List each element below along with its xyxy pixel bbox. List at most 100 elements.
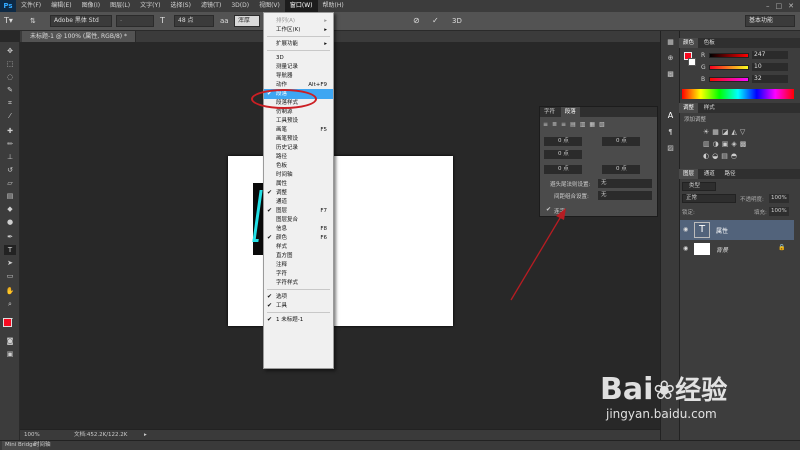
screen-mode-icon[interactable]: ▣: [4, 349, 16, 359]
paragraph-align-icons[interactable]: ≡≣≡▤▥▦▧: [543, 121, 655, 131]
visibility-eye-icon[interactable]: ◉: [683, 245, 688, 252]
indent-first-field[interactable]: 0 点: [544, 150, 582, 159]
crop-tool-icon[interactable]: ⌗: [4, 98, 16, 108]
move-tool-icon[interactable]: ✥: [4, 46, 16, 56]
orientation-icon[interactable]: ⇅: [30, 15, 42, 27]
tab-layers[interactable]: 图层: [679, 169, 699, 179]
g-slider[interactable]: [709, 65, 749, 70]
b-value[interactable]: 32: [752, 75, 788, 83]
blur-tool-icon[interactable]: ◆: [4, 204, 16, 214]
properties-icon[interactable]: ⊕: [665, 53, 676, 63]
menu-9[interactable]: 窗口(W): [284, 0, 318, 12]
menu-5[interactable]: 选择(S): [165, 0, 196, 12]
layer-kind-filter[interactable]: 类型: [682, 182, 716, 191]
blend-mode-select[interactable]: 正常: [682, 194, 736, 203]
adjustment-icons[interactable]: ☀▦◪◭▽ ▥◑▣◈▩ ◐◒▤◓: [703, 126, 773, 162]
menu-8[interactable]: 视图(V): [254, 0, 285, 12]
watermark-url: jingyan.baidu.com: [606, 407, 717, 421]
status-arrow-icon[interactable]: ▸: [144, 430, 147, 440]
color-spectrum[interactable]: [682, 89, 794, 99]
b-slider[interactable]: [709, 77, 749, 82]
pen-tool-icon[interactable]: ✒: [4, 232, 16, 242]
zoom-level[interactable]: 100%: [24, 430, 40, 440]
tab-styles[interactable]: 样式: [700, 103, 719, 113]
shape-tool-icon[interactable]: ▭: [4, 271, 16, 281]
eyedropper-tool-icon[interactable]: ⁄: [4, 111, 16, 121]
indent-left-field[interactable]: 0 点: [544, 137, 582, 146]
window-menu-item[interactable]: ✔ 1 未标题-1: [264, 315, 333, 325]
r-slider[interactable]: [709, 53, 749, 58]
layer-name[interactable]: 属性: [716, 226, 728, 235]
spacing-select[interactable]: 无: [598, 191, 652, 200]
layer-name[interactable]: 背景: [716, 245, 728, 254]
cancel-icon[interactable]: ⊘: [413, 15, 425, 27]
layer-row-background[interactable]: ◉ 背景 🔒: [680, 241, 794, 257]
paragraph-icon[interactable]: ¶: [665, 127, 676, 137]
minimize-button[interactable]: –: [766, 2, 770, 10]
swatches-icon[interactable]: ▩: [665, 69, 676, 79]
menu-0[interactable]: 文件(F): [16, 0, 46, 12]
tab-character[interactable]: 字符: [540, 107, 559, 117]
timeline-tab[interactable]: 时间轴: [34, 441, 51, 450]
stamp-tool-icon[interactable]: ⊥: [4, 152, 16, 162]
indent-right-field[interactable]: 0 点: [602, 137, 640, 146]
workspace-select[interactable]: 基本功能: [745, 15, 795, 27]
type-tool-icon[interactable]: T: [4, 245, 16, 255]
font-size-select[interactable]: 48 点: [174, 15, 214, 27]
path-select-tool-icon[interactable]: ➤: [4, 258, 16, 268]
menu-6[interactable]: 滤镜(T): [196, 0, 226, 12]
menu-2[interactable]: 图像(I): [77, 0, 105, 12]
lasso-tool-icon[interactable]: ◌: [4, 72, 16, 82]
maximize-button[interactable]: □: [776, 2, 783, 10]
history-icon[interactable]: ▦: [665, 37, 676, 47]
character-icon[interactable]: A: [665, 111, 676, 121]
eraser-tool-icon[interactable]: ▱: [4, 178, 16, 188]
gradient-tool-icon[interactable]: ▤: [4, 191, 16, 201]
r-value[interactable]: 247: [752, 51, 788, 59]
3d-icon[interactable]: 3D: [452, 15, 466, 27]
window-menu-item[interactable]: 扩展功能 ▸: [264, 39, 333, 49]
space-before-field[interactable]: 0 点: [544, 165, 582, 174]
quick-select-tool-icon[interactable]: ✎: [4, 85, 16, 95]
healing-tool-icon[interactable]: ✚: [4, 126, 16, 136]
antialias-select[interactable]: 浑厚: [234, 15, 260, 27]
brush-tool-icon[interactable]: ✏: [4, 139, 16, 149]
space-after-field[interactable]: 0 点: [602, 165, 640, 174]
foreground-color-swatch[interactable]: [3, 318, 12, 327]
fill-label: 填充:: [754, 210, 767, 216]
window-menu-item[interactable]: 工作区(K) ▸: [264, 25, 333, 35]
menu-3[interactable]: 图层(L): [105, 0, 135, 12]
tab-paragraph[interactable]: 段落: [560, 107, 580, 117]
close-button[interactable]: ✕: [788, 2, 794, 10]
fill-value[interactable]: 100%: [769, 207, 789, 216]
brush-panel-icon[interactable]: ▨: [665, 143, 676, 153]
marquee-tool-icon[interactable]: ⬚: [4, 59, 16, 69]
tab-color[interactable]: 颜色: [679, 38, 699, 48]
opacity-value[interactable]: 100%: [769, 194, 789, 203]
window-menu-item[interactable]: ✔ 工具: [264, 301, 333, 311]
document-tab[interactable]: 未标题-1 @ 100% (属性, RGB/8) *: [22, 31, 137, 42]
commit-icon[interactable]: ✓: [432, 15, 444, 27]
font-style-select[interactable]: -: [116, 15, 154, 27]
menu-7[interactable]: 3D(D): [226, 0, 254, 12]
window-menu-item[interactable]: 字符样式: [264, 278, 333, 288]
tab-paths[interactable]: 路径: [721, 169, 740, 179]
dodge-tool-icon[interactable]: ●: [4, 217, 16, 227]
tab-channels[interactable]: 通道: [700, 169, 719, 179]
zoom-tool-icon[interactable]: ⌕: [4, 299, 16, 309]
quick-mask-icon[interactable]: ◙: [4, 336, 16, 346]
g-value[interactable]: 10: [752, 63, 788, 71]
type-tool-icon[interactable]: T▾: [4, 15, 24, 27]
history-brush-tool-icon[interactable]: ↺: [4, 165, 16, 175]
color-background-swatch[interactable]: [688, 58, 696, 66]
avoid-select[interactable]: 无: [598, 179, 652, 188]
hand-tool-icon[interactable]: ✋: [4, 286, 16, 296]
menu-1[interactable]: 编辑(E): [46, 0, 76, 12]
font-family-select[interactable]: Adobe 黑体 Std: [50, 15, 112, 27]
tab-swatches[interactable]: 色板: [700, 38, 719, 48]
menu-10[interactable]: 帮助(H): [318, 0, 349, 12]
layer-row-text[interactable]: ◉ T 属性: [680, 220, 794, 240]
menu-4[interactable]: 文字(Y): [135, 0, 165, 12]
tab-adjustments[interactable]: 调整: [679, 103, 699, 113]
visibility-eye-icon[interactable]: ◉: [683, 226, 688, 233]
